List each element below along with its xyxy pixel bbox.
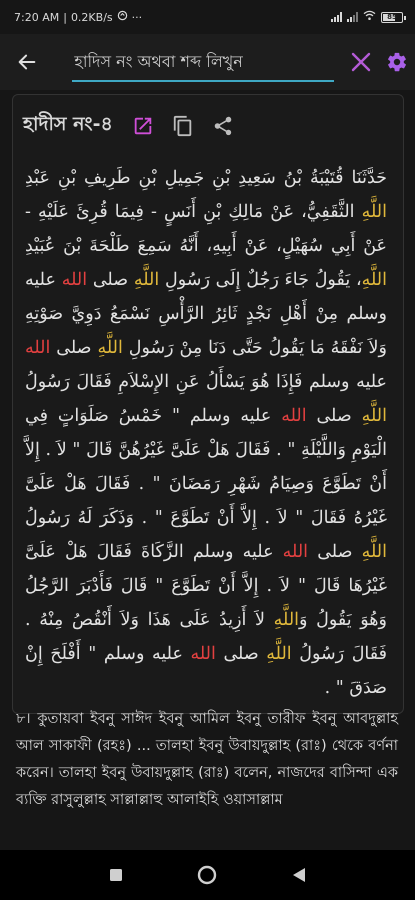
- battery-icon: 85: [381, 11, 406, 23]
- allah-highlight: اللَّهِ: [361, 202, 387, 222]
- arrow-left-icon: [18, 54, 36, 70]
- wifi-icon: [363, 10, 376, 24]
- salla-highlight: الله: [25, 338, 51, 358]
- arabic-segment: ، يَقُولُ جَاءَ رَجُلٌ إِلَى رَسُولِ: [159, 270, 362, 290]
- clear-search-button[interactable]: [342, 34, 378, 90]
- status-bar: 7:20 AM | 0.2KB/s ··· 85: [0, 0, 415, 34]
- signal-icon-2: [347, 12, 358, 22]
- allah-highlight: اللَّهِ: [266, 644, 292, 664]
- hadith-card: হাদীস নং-৪ حَدَّثَنَا قُتَيْبَةُ بْنُ سَ…: [12, 94, 404, 714]
- salla-highlight: الله: [282, 542, 309, 562]
- copy-icon: [173, 115, 192, 137]
- allah-highlight: اللَّهِ: [361, 270, 387, 290]
- arabic-segment: حَدَّثَنَا قُتَيْبَةُ بْنُ سَعِيدِ بْنِ …: [25, 168, 387, 188]
- arabic-hadith-text: حَدَّثَنَا قُتَيْبَةُ بْنُ سَعِيدِ بْنِ …: [13, 157, 403, 705]
- open-external-icon: [134, 117, 152, 135]
- back-button[interactable]: [0, 34, 54, 90]
- allah-highlight: اللَّهِ: [133, 270, 160, 290]
- system-nav-bar: [0, 850, 415, 900]
- back-triangle-icon: [293, 868, 306, 882]
- search-input[interactable]: [72, 51, 335, 71]
- more-notifications: ···: [131, 10, 143, 24]
- network-speed: 0.2KB/s: [70, 10, 113, 24]
- arabic-segment: صلى: [50, 338, 98, 358]
- search-toolbar: [0, 34, 415, 90]
- share-icon: [214, 116, 232, 136]
- arabic-segment: صلى: [87, 270, 134, 290]
- signal-icon-1: [331, 12, 342, 22]
- hadith-card-header: হাদীস নং-৪: [13, 95, 403, 157]
- arabic-segment: عليه وسلم فَإِذَا هُوَ يَسْأَلُ عَنِ الإ…: [25, 372, 387, 392]
- share-button[interactable]: [203, 106, 243, 146]
- bangla-translation: ৮। কুতায়বা ইবনু সাঈদ ইবনু আমিল ইবনু তার…: [16, 711, 398, 808]
- allah-highlight: اللَّهِ: [273, 610, 300, 630]
- arabic-segment: صلى: [308, 542, 362, 562]
- recents-square-icon: [109, 869, 122, 881]
- allah-highlight: اللَّهِ: [361, 542, 387, 562]
- home-button[interactable]: [187, 855, 227, 895]
- salla-highlight: الله: [190, 644, 216, 664]
- home-circle-icon: [198, 865, 217, 885]
- open-hadith-button[interactable]: [123, 106, 163, 146]
- allah-highlight: اللَّهِ: [361, 406, 387, 426]
- system-back-button[interactable]: [279, 855, 319, 895]
- arabic-segment: صلى: [306, 406, 362, 426]
- status-time: 7:20 AM: [14, 10, 60, 24]
- arabic-segment: صلى: [215, 644, 267, 664]
- allah-highlight: اللَّهِ: [97, 338, 123, 358]
- notification-icon: [117, 10, 128, 24]
- copy-button[interactable]: [163, 106, 203, 146]
- recents-button[interactable]: [96, 855, 136, 895]
- search-field: [72, 42, 335, 82]
- gear-icon: [387, 52, 406, 72]
- close-icon: [351, 52, 370, 72]
- salla-highlight: الله: [61, 270, 88, 290]
- arabic-segment: الثَّقَفِيُّ، عَنْ مَالِكِ بْنِ أَنَسٍ -…: [25, 202, 387, 256]
- hadith-number: হাদীস নং-৪: [23, 113, 113, 135]
- salla-highlight: الله: [281, 406, 307, 426]
- settings-button[interactable]: [379, 34, 415, 90]
